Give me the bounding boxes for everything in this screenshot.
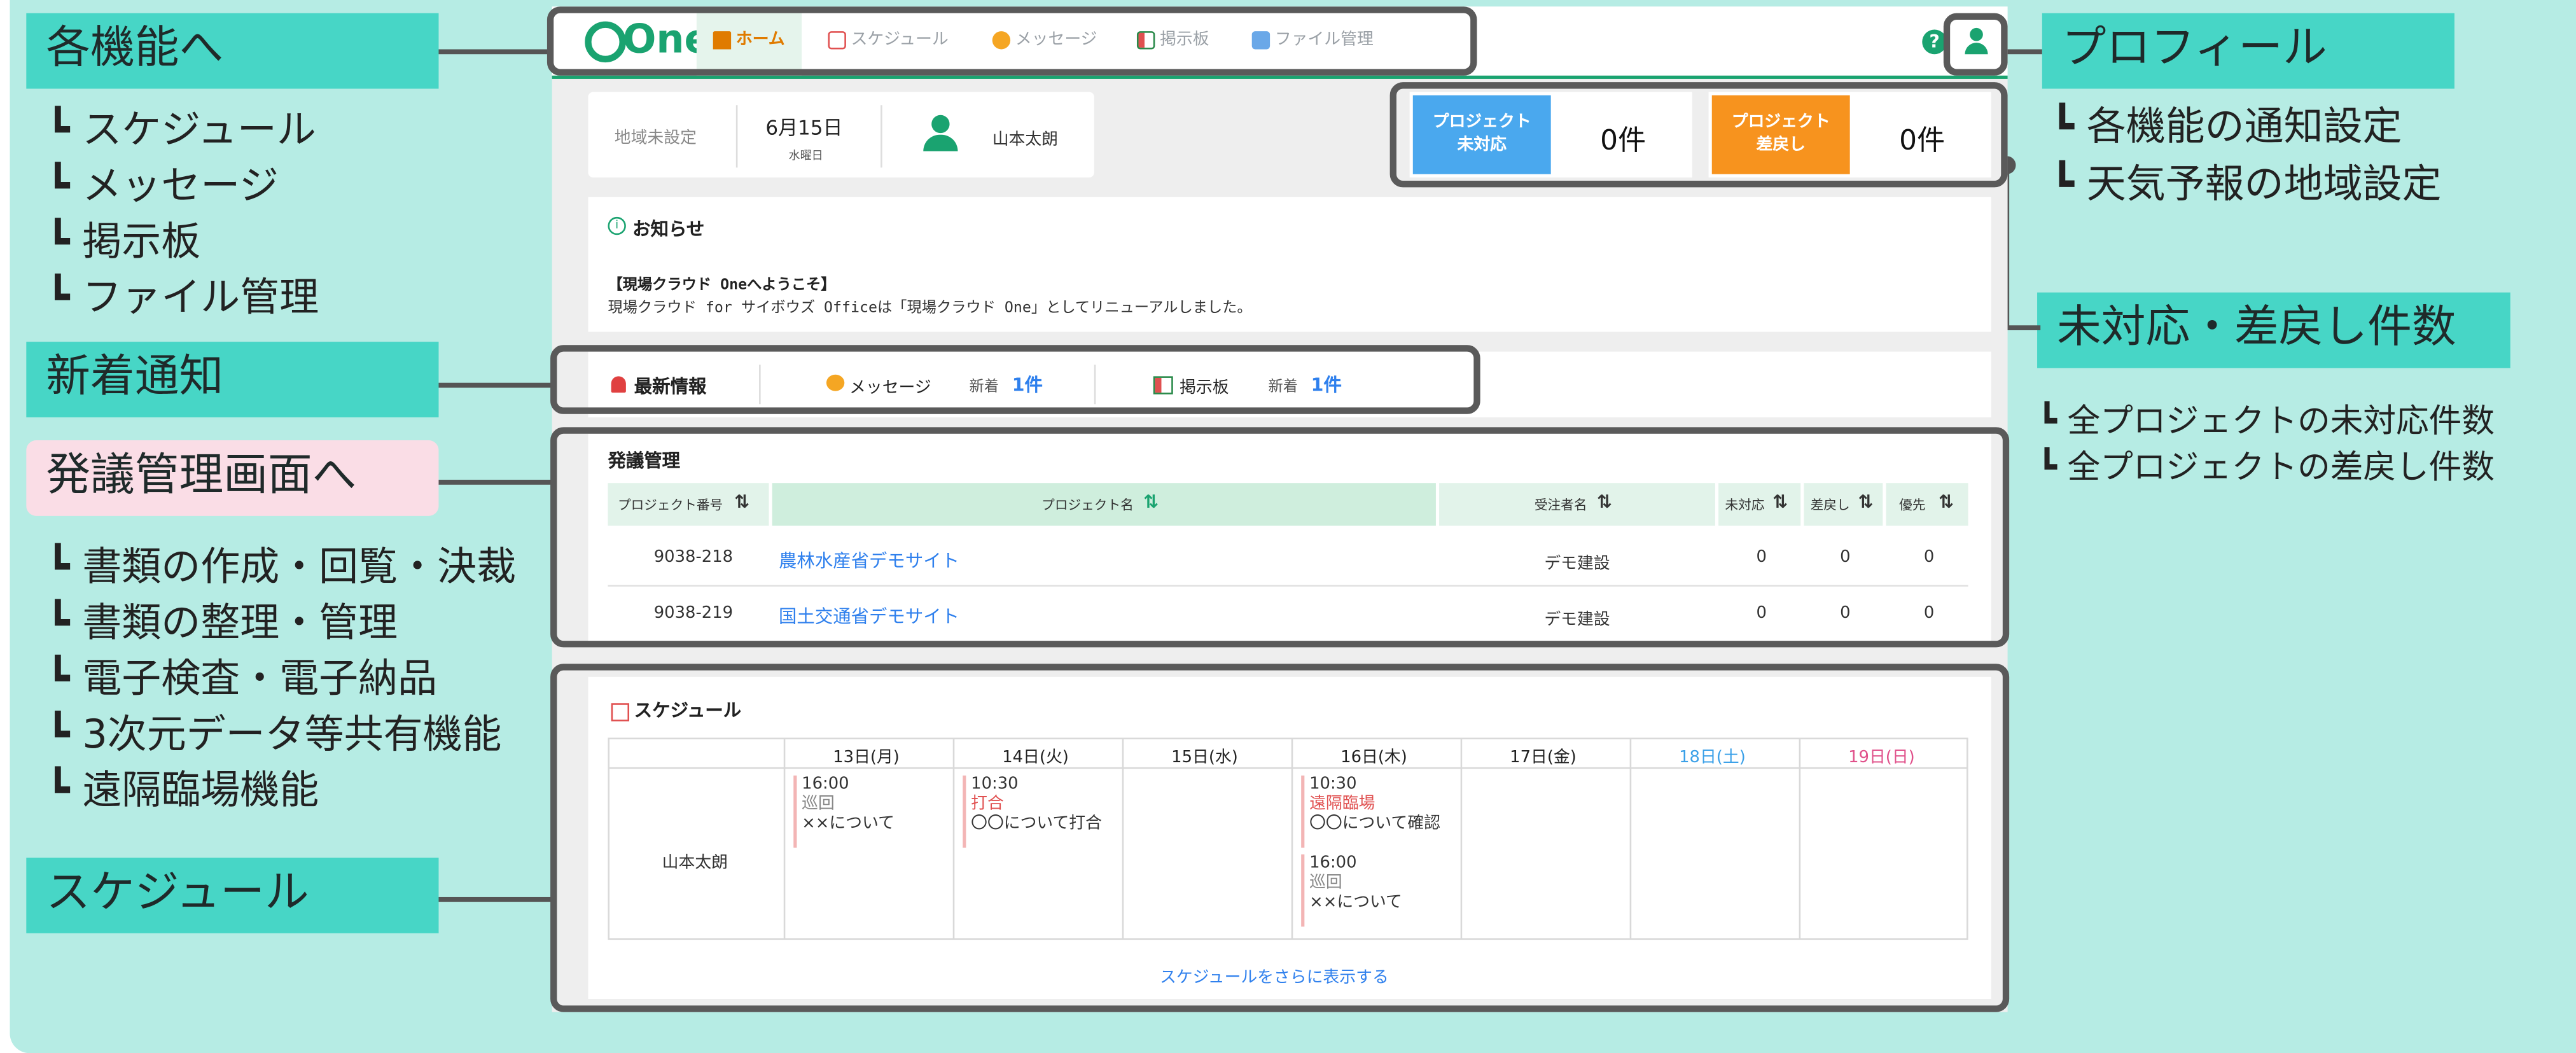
callout-counts-title: 未対応・差戻し件数: [2057, 302, 2456, 354]
callout-profile-item: ┗ 各機能の通知設定: [2050, 103, 2402, 150]
callout-hatsugi: 発議管理画面へ: [26, 440, 439, 516]
callout-profile-title: プロフィール: [2061, 23, 2327, 74]
avatar-body: [923, 134, 958, 151]
callout-counts: 未対応・差戻し件数: [2037, 292, 2510, 368]
highlight-news: [550, 345, 1480, 414]
callout-features-item: ┗ メッセージ: [46, 162, 279, 209]
callout-hatsugi-item: ┗ 書類の整理・管理: [46, 599, 398, 646]
callout-hatsugi-item: ┗ 3次元データ等共有機能: [46, 711, 502, 758]
callout-profile: プロフィール: [2042, 13, 2454, 89]
date-text: 6月15日: [765, 116, 843, 140]
callout-features: 各機能へ: [26, 13, 439, 89]
notice-heading: 【現場クラウド Oneへようこそ】: [608, 277, 836, 295]
highlight-hatsugi: [550, 427, 2010, 648]
divider: [881, 105, 882, 168]
callout-hatsugi-item: ┗ 電子検査・電子納品: [46, 655, 438, 702]
divider: [735, 105, 738, 168]
highlight-profile: [1943, 13, 2008, 76]
highlight-schedule: [550, 664, 2010, 1012]
connector-line: [438, 480, 559, 485]
callout-counts-item: ┗ 全プロジェクトの未対応件数: [2037, 401, 2495, 441]
notice-panel: i お知らせ 【現場クラウド Oneへようこそ】 現場クラウド for サイボウ…: [588, 197, 1991, 332]
callout-schedule: スケジュール: [26, 857, 439, 933]
callout-hatsugi-item: ┗ 遠隔臨場機能: [46, 767, 319, 814]
connector-line: [438, 896, 559, 902]
callout-news: 新着通知: [26, 342, 439, 417]
notice-title: お知らせ: [632, 218, 705, 241]
notice-body: 現場クラウド for サイボウズ Officeは「現場クラウド One」としてリ…: [608, 300, 1252, 317]
connector-line: [438, 49, 554, 55]
highlight-nav: [547, 6, 1477, 76]
connector-line: [2004, 49, 2042, 55]
callout-features-item: ┗ 掲示板: [46, 218, 201, 265]
callout-hatsugi-title: 発議管理画面へ: [46, 450, 357, 501]
callout-features-item: ┗ ファイル管理: [46, 274, 319, 321]
connector-line: [438, 382, 554, 388]
user-name: 山本太朗: [992, 131, 1059, 150]
callout-profile-item: ┗ 天気予報の地域設定: [2050, 161, 2442, 207]
avatar: [920, 115, 959, 155]
callout-hatsugi-item: ┗ 書類の作成・回覧・決裁: [46, 543, 517, 590]
avatar-head: [931, 115, 950, 134]
screenshot-stage: 各機能へ ┗ スケジュール ┗ メッセージ ┗ 掲示板 ┗ ファイル管理 新着通…: [0, 0, 2576, 1053]
callout-schedule-title: スケジュール: [46, 867, 309, 919]
callout-counts-item: ┗ 全プロジェクトの差戻し件数: [2037, 447, 2495, 487]
region-label[interactable]: 地域未設定: [615, 123, 697, 148]
connector-line: [2004, 325, 2041, 331]
highlight-counts: [1389, 82, 2008, 188]
info-icon: i: [608, 216, 626, 235]
weekday-text: 水曜日: [788, 149, 823, 163]
callout-features-item: ┗ スケジュール: [46, 106, 316, 153]
callout-news-title: 新着通知: [46, 351, 224, 403]
callout-features-title: 各機能へ: [46, 23, 224, 74]
user-info-card: 地域未設定 6月15日 水曜日 山本太朗: [588, 92, 1094, 178]
